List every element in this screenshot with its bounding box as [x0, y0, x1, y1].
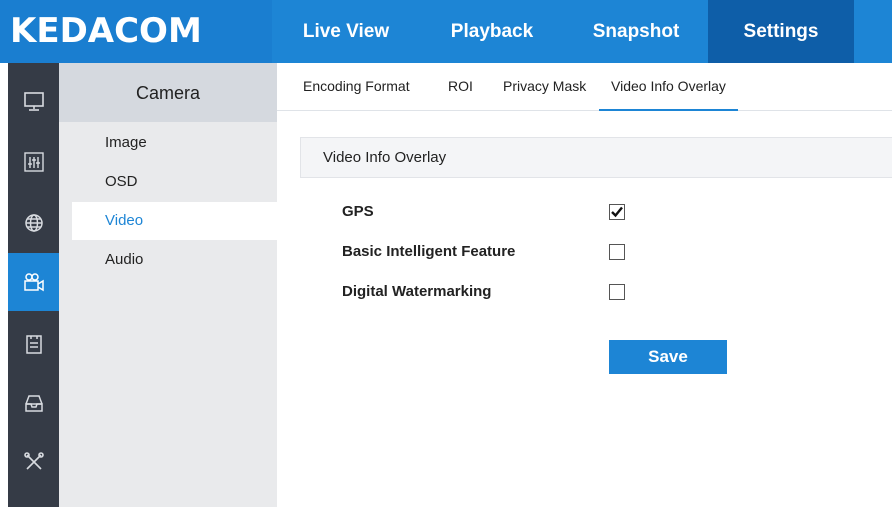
monitor-icon: [23, 92, 44, 111]
save-button[interactable]: Save: [609, 340, 727, 374]
option-label-digital-watermarking: Digital Watermarking: [342, 283, 492, 300]
tools-icon: [23, 452, 44, 470]
sidebar-item-maintenance[interactable]: [8, 433, 59, 491]
sub-tabs: Encoding Format ROI Privacy Mask Video I…: [277, 63, 892, 111]
network-globe-icon: [24, 214, 43, 232]
submenu-title: Camera: [59, 63, 277, 122]
storage-tray-icon: [24, 395, 43, 412]
submenu-item-osd[interactable]: OSD: [72, 163, 277, 201]
sidebar-item-camera[interactable]: [8, 253, 59, 311]
nav-playback[interactable]: Playback: [420, 0, 564, 63]
sidebar-item-event[interactable]: [8, 315, 59, 373]
option-label-basic-intelligent: Basic Intelligent Feature: [342, 243, 516, 260]
tab-video-info-overlay[interactable]: Video Info Overlay: [599, 63, 738, 111]
digital-watermarking-checkbox[interactable]: [609, 284, 625, 300]
option-label-gps: GPS: [342, 203, 374, 220]
section-header: Video Info Overlay: [300, 137, 892, 178]
tab-privacy-mask[interactable]: Privacy Mask: [503, 63, 586, 111]
kedacom-logo: KEDACOM: [0, 0, 272, 63]
tab-roi[interactable]: ROI: [448, 63, 473, 111]
submenu-item-audio[interactable]: Audio: [72, 241, 277, 279]
icon-sidebar: [8, 63, 59, 507]
sidebar-item-system[interactable]: [8, 72, 59, 130]
submenu-item-image[interactable]: Image: [72, 124, 277, 162]
top-bar: KEDACOM Live View Playback Snapshot Sett…: [0, 0, 892, 63]
sidebar-item-parameters[interactable]: [8, 133, 59, 191]
top-nav: Live View Playback Snapshot Settings: [272, 0, 854, 63]
nav-settings[interactable]: Settings: [708, 0, 854, 63]
sidebar-item-network[interactable]: [8, 194, 59, 252]
camera-icon: [23, 273, 44, 292]
nav-snapshot[interactable]: Snapshot: [564, 0, 708, 63]
sidebar-item-storage[interactable]: [8, 374, 59, 432]
submenu-item-video[interactable]: Video: [72, 202, 277, 240]
nav-live-view[interactable]: Live View: [272, 0, 420, 63]
basic-intelligent-feature-checkbox[interactable]: [609, 244, 625, 260]
settings-submenu: Camera Image OSD Video Audio: [59, 63, 277, 507]
tab-encoding-format[interactable]: Encoding Format: [303, 63, 410, 111]
sliders-icon: [23, 152, 44, 172]
event-clipboard-icon: [25, 335, 42, 354]
gps-checkbox[interactable]: [609, 204, 625, 220]
checkmark-icon: [611, 206, 623, 218]
